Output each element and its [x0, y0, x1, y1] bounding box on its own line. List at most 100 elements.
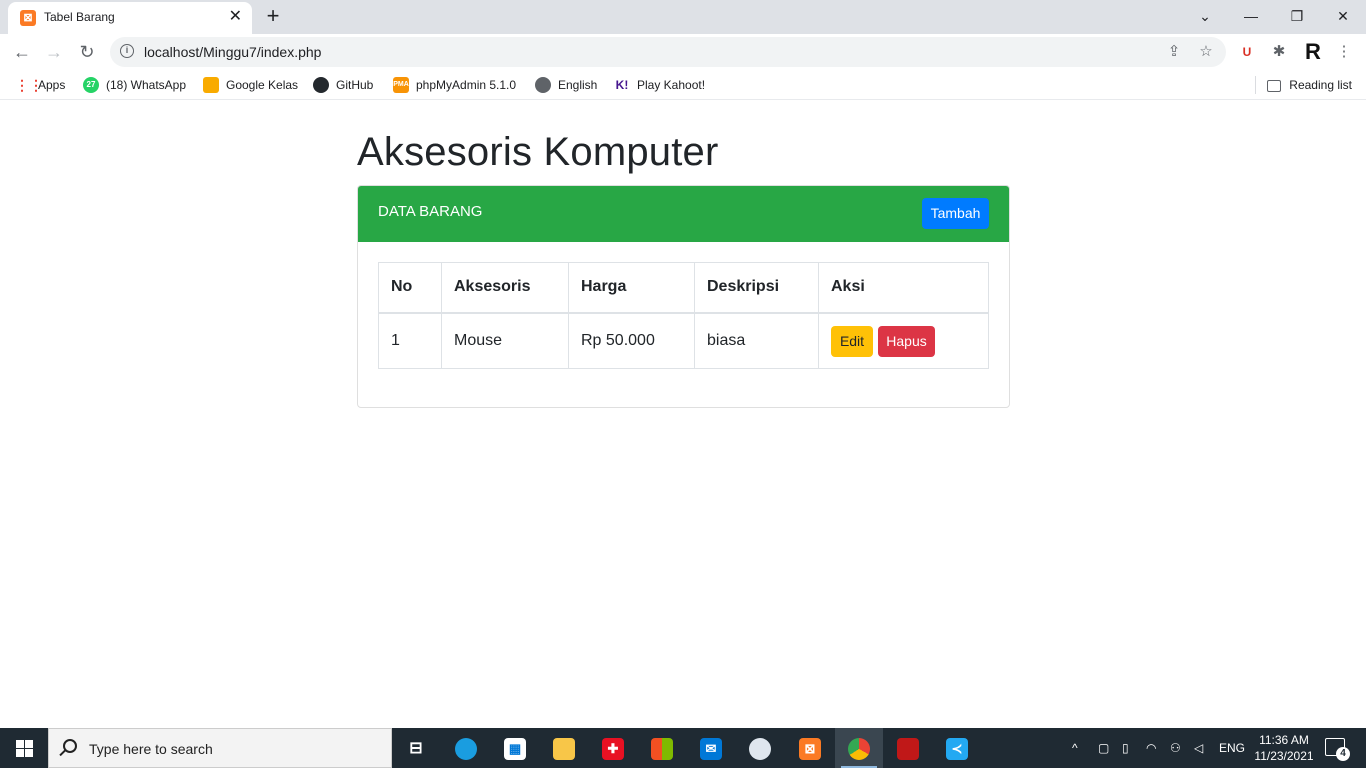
forward-button[interactable]: →	[42, 40, 66, 64]
whatsapp-icon: 27	[83, 77, 99, 93]
tambah-button[interactable]: Tambah	[922, 198, 989, 229]
restore-button[interactable]: ❐	[1274, 0, 1320, 32]
bookmark-label: Apps	[38, 78, 66, 92]
clock-time: 11:36 AM	[1259, 733, 1309, 747]
profile-avatar[interactable]: R	[1302, 41, 1324, 63]
bookmark-label: English	[558, 78, 598, 92]
bookmark-english[interactable]: English	[535, 77, 597, 93]
edit-button[interactable]: Edit	[831, 325, 873, 357]
notification-count: 4	[1336, 747, 1350, 761]
column-header-harga: Harga	[568, 262, 695, 314]
bookmark-whatsapp[interactable]: 27 (18) WhatsApp	[83, 77, 186, 93]
taskbar-clock[interactable]: 11:36 AM 11/23/2021	[1250, 732, 1318, 764]
xampp-icon[interactable]: ⊠	[786, 728, 834, 768]
reading-list-button[interactable]: Reading list	[1267, 77, 1352, 93]
tab-strip: ⊠ Tabel Barang ✕ + ⌄ — ❐ ✕	[0, 0, 1366, 34]
language-indicator[interactable]: ENG	[1219, 728, 1245, 768]
bookmark-kahoot[interactable]: K! Play Kahoot!	[614, 77, 705, 93]
reload-button[interactable]: ↻	[75, 40, 99, 64]
hapus-button[interactable]: Hapus	[878, 325, 935, 357]
reading-list-icon	[1267, 79, 1282, 92]
table-header-row: No Aksesoris Harga Deskripsi Aksi	[378, 262, 989, 314]
task-view-icon[interactable]: ⊟	[392, 728, 440, 768]
tab-close-icon[interactable]: ✕	[229, 8, 242, 26]
cell-no: 1	[378, 312, 442, 369]
bookmark-github[interactable]: GitHub	[313, 77, 373, 93]
cell-deskripsi: biasa	[694, 312, 819, 369]
mail-icon[interactable]: ✉	[687, 728, 735, 768]
windows-taskbar: Type here to search ⊟ ▦ ✚ ✉ ⊠ ≺ ^ ▢ ▯ ◠ …	[0, 728, 1366, 768]
apps-grid-icon: ⋮⋮	[15, 77, 43, 93]
reading-list-label: Reading list	[1289, 78, 1352, 92]
column-header-aksi: Aksi	[818, 262, 989, 314]
phpmyadmin-icon: PMA	[393, 77, 409, 93]
bookmarks-divider	[1255, 76, 1256, 94]
kahoot-icon: K!	[614, 77, 630, 93]
page-content: Aksesoris Komputer DATA BARANG Tambah No…	[0, 100, 1366, 728]
extensions-puzzle-icon[interactable]: ✱	[1268, 41, 1290, 63]
address-bar[interactable]: i localhost/Minggu7/index.php ⇪ ☆	[110, 37, 1226, 67]
extension-shield-icon[interactable]: U	[1236, 41, 1258, 63]
bookmark-label: phpMyAdmin 5.1.0	[416, 78, 517, 92]
bookmark-label: Play Kahoot!	[637, 78, 706, 92]
chrome-icon[interactable]	[835, 728, 883, 768]
search-icon	[63, 739, 77, 753]
browser-tab[interactable]: ⊠ Tabel Barang ✕	[8, 2, 252, 34]
card-header-title: DATA BARANG	[378, 203, 483, 220]
power-icon[interactable]: ⚇	[1170, 728, 1181, 768]
column-header-aksesoris: Aksesoris	[441, 262, 569, 314]
search-placeholder: Type here to search	[89, 741, 213, 757]
bookmarks-bar: ⋮⋮Apps 27 (18) WhatsApp Google Kelas GitH…	[0, 70, 1366, 100]
url-text[interactable]: localhost/Minggu7/index.php	[144, 44, 321, 60]
barang-table: No Aksesoris Harga Deskripsi Aksi 1 Mous…	[378, 262, 989, 369]
column-header-deskripsi: Deskripsi	[694, 262, 819, 314]
bookmark-label: (18) WhatsApp	[106, 78, 187, 92]
close-window-button[interactable]: ✕	[1320, 0, 1366, 32]
share-icon[interactable]: ⇪	[1164, 42, 1184, 62]
table-row: 1 Mouse Rp 50.000 biasa Edit Hapus	[378, 312, 989, 369]
back-button[interactable]: ←	[10, 40, 34, 64]
xampp-icon: ⊠	[20, 10, 36, 26]
bookmark-apps[interactable]: ⋮⋮Apps	[15, 77, 65, 93]
gift-icon[interactable]: ✚	[589, 728, 637, 768]
start-button[interactable]	[0, 728, 48, 768]
new-tab-button[interactable]: +	[262, 4, 284, 28]
column-header-no: No	[378, 262, 442, 314]
chrome-menu-icon[interactable]: ⋮	[1333, 41, 1355, 63]
card-header: DATA BARANG Tambah	[358, 186, 1009, 242]
clock-date: 11/23/2021	[1254, 749, 1314, 763]
file-explorer-icon[interactable]	[540, 728, 588, 768]
notification-center-icon[interactable]: 4	[1325, 738, 1350, 761]
windows-logo-icon	[16, 740, 24, 748]
browser-toolbar: ← → ↻ i localhost/Minggu7/index.php ⇪ ☆ …	[0, 34, 1366, 70]
taskbar-search-box[interactable]: Type here to search	[48, 728, 392, 768]
volume-icon[interactable]: ◁	[1194, 728, 1203, 768]
site-info-icon[interactable]: i	[120, 44, 134, 58]
tab-title: Tabel Barang	[44, 10, 115, 24]
battery-icon[interactable]: ▯	[1122, 728, 1129, 768]
bookmark-phpmyadmin[interactable]: PMA phpMyAdmin 5.1.0	[393, 77, 516, 93]
cell-harga: Rp 50.000	[568, 312, 695, 369]
vscode-icon[interactable]: ≺	[933, 728, 981, 768]
paint-icon[interactable]	[736, 728, 784, 768]
bookmark-label: GitHub	[336, 78, 374, 92]
windows-logo-pane	[25, 740, 33, 748]
meet-now-icon[interactable]: ▢	[1098, 728, 1109, 768]
cell-aksi: Edit Hapus	[818, 312, 989, 369]
windows-logo-pane	[25, 749, 33, 757]
edge-icon[interactable]	[442, 728, 490, 768]
tray-overflow-icon[interactable]: ^	[1072, 728, 1078, 768]
windows-logo-pane	[16, 749, 24, 757]
wifi-icon[interactable]: ◠	[1146, 728, 1156, 768]
bookmark-label: Google Kelas	[226, 78, 299, 92]
store-icon[interactable]: ▦	[491, 728, 539, 768]
minimize-button[interactable]: —	[1228, 0, 1274, 32]
bookmark-google-kelas[interactable]: Google Kelas	[203, 77, 298, 93]
office-icon[interactable]	[638, 728, 686, 768]
tab-search-button[interactable]: ⌄	[1182, 0, 1228, 32]
data-card: DATA BARANG Tambah No Aksesoris Harga De…	[357, 185, 1010, 408]
bookmark-star-icon[interactable]: ☆	[1196, 42, 1216, 62]
mcafee-icon[interactable]	[884, 728, 932, 768]
page-title: Aksesoris Komputer	[357, 130, 719, 174]
google-classroom-icon	[203, 77, 219, 93]
